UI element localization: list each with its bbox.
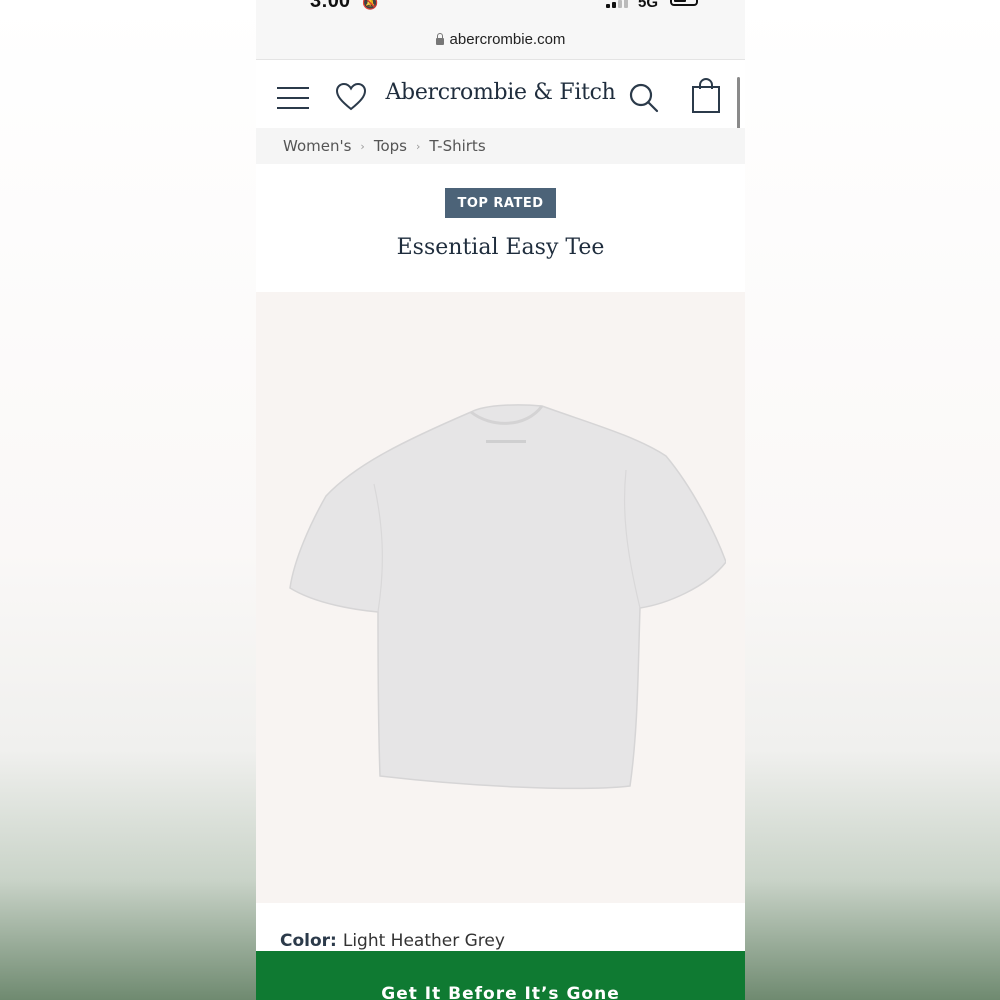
background-left (0, 0, 256, 1000)
lock-icon (435, 33, 444, 45)
background-right (745, 0, 1000, 1000)
tshirt-image (289, 404, 726, 790)
breadcrumb-item-tops[interactable]: Tops (374, 137, 407, 155)
status-bar: 3:00 🔕 5G (256, 0, 745, 22)
network-indicator: 5G (638, 0, 659, 11)
breadcrumb-item-womens[interactable]: Women's (283, 137, 351, 155)
bell-muted-icon: 🔕 (362, 0, 379, 11)
bag-icon[interactable] (690, 78, 722, 114)
address-bar[interactable]: abercrombie.com (256, 22, 745, 60)
site-header: Abercrombie & Fitch (256, 60, 745, 128)
product-title: Essential Easy Tee (396, 235, 605, 260)
brand-logo[interactable]: Abercrombie & Fitch (256, 80, 745, 105)
search-icon[interactable] (628, 82, 660, 114)
chevron-right-icon: › (415, 139, 421, 153)
product-image[interactable] (256, 292, 745, 903)
top-rated-badge: TOP RATED (445, 188, 556, 218)
color-row: Color: Light Heather Grey (280, 931, 505, 951)
url-text: abercrombie.com (449, 31, 566, 48)
breadcrumb: Women's › Tops › T-Shirts (256, 128, 745, 164)
chevron-right-icon: › (360, 139, 365, 153)
product-details: Color: Light Heather Grey (256, 903, 745, 951)
signal-icon (606, 0, 632, 8)
color-value: Light Heather Grey (342, 931, 505, 951)
battery-icon (670, 0, 698, 6)
status-time: 3:00 (310, 0, 351, 12)
get-it-button[interactable]: Get It Before It’s Gone (256, 951, 745, 1000)
color-label: Color: (280, 931, 337, 951)
phone-screen: 3:00 🔕 5G abercrombie.com Abercrombie & … (256, 0, 745, 1000)
product-header: TOP RATED Essential Easy Tee (256, 164, 745, 292)
breadcrumb-item-tshirts[interactable]: T-Shirts (429, 137, 485, 155)
